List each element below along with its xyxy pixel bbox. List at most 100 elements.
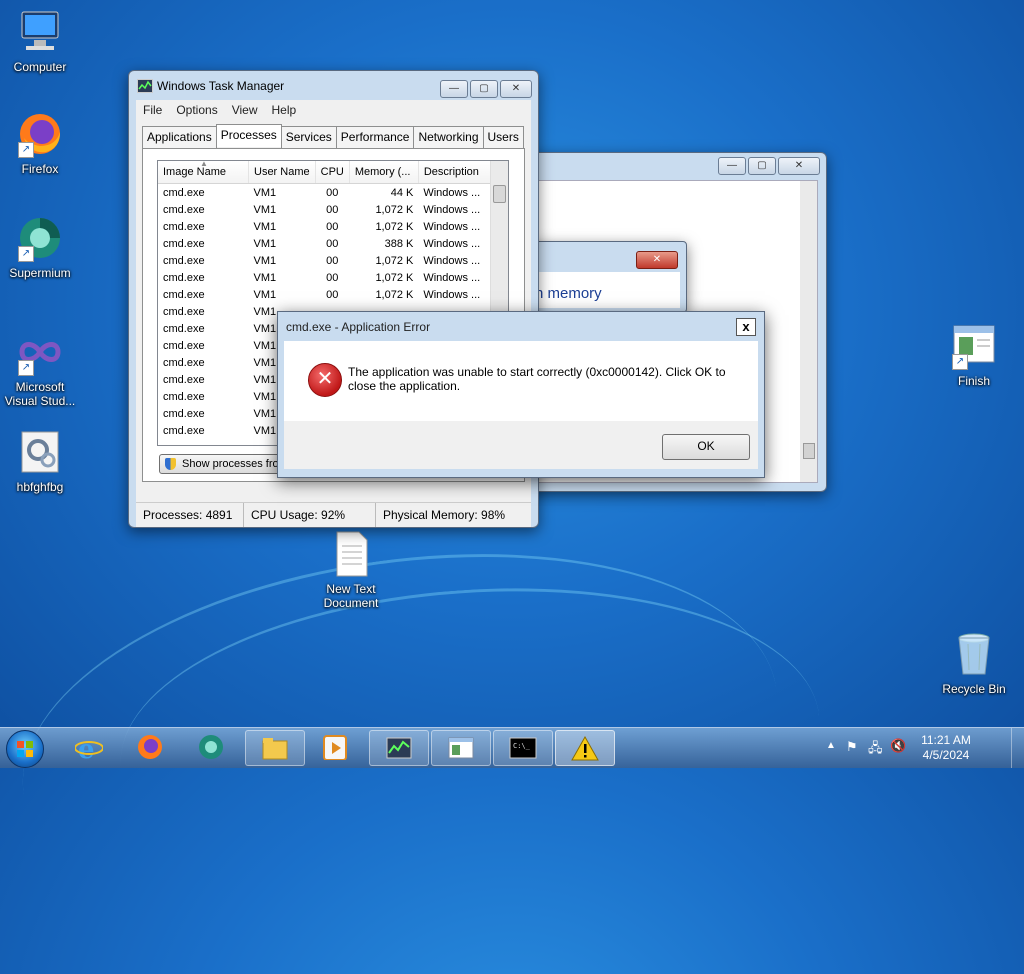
taskbar-application-error[interactable] bbox=[555, 730, 615, 766]
table-header-row: ▲ Image Name User Name CPU Memory (... De… bbox=[158, 161, 492, 184]
window-controls: — ▢ ✕ bbox=[718, 157, 820, 175]
scrollbar-thumb[interactable] bbox=[493, 185, 506, 203]
shortcut-arrow-icon: ↗ bbox=[18, 246, 34, 262]
desktop-icon-label: hbfghfbg bbox=[16, 480, 64, 494]
table-row[interactable]: cmd.exe VM1 00 1,072 K Windows ... bbox=[158, 218, 491, 235]
dialog-close-button[interactable]: x bbox=[736, 318, 756, 336]
close-button[interactable]: ✕ bbox=[636, 251, 678, 269]
cell-user-name: VM1 bbox=[253, 288, 277, 301]
scrollbar-thumb[interactable] bbox=[803, 443, 815, 459]
cell-user-name: VM1 bbox=[253, 203, 277, 216]
cell-cpu: 00 bbox=[326, 237, 339, 250]
desktop-icon-supermium[interactable]: ↗ Supermium bbox=[0, 214, 80, 280]
table-row[interactable]: cmd.exe VM1 00 388 K Windows ... bbox=[158, 235, 491, 252]
desktop-icon-visual-studio[interactable]: ↗ Microsoft Visual Stud... bbox=[0, 328, 80, 408]
ok-button[interactable]: OK bbox=[662, 434, 750, 460]
menu-help[interactable]: Help bbox=[265, 100, 304, 120]
show-desktop-button[interactable] bbox=[1011, 728, 1024, 768]
taskbar-file-explorer[interactable] bbox=[245, 730, 305, 766]
status-bar: Processes: 4891 CPU Usage: 92% Physical … bbox=[136, 502, 531, 527]
tab-strip: Applications Processes Services Performa… bbox=[142, 124, 524, 149]
dialog-title: cmd.exe - Application Error bbox=[286, 320, 431, 334]
volume-muted-icon[interactable]: 🔇 bbox=[890, 738, 906, 754]
window-title: Windows Task Manager bbox=[157, 79, 285, 93]
desktop-icon-new-text-document[interactable]: New Text Document bbox=[311, 530, 391, 610]
show-hidden-icons-button[interactable]: ▲ bbox=[826, 740, 836, 751]
menu-bar: File Options View Help bbox=[136, 100, 531, 120]
computer-icon bbox=[16, 8, 64, 56]
firefox-icon: ↗ bbox=[16, 110, 64, 158]
network-icon[interactable]: 🖧 bbox=[868, 739, 883, 761]
shortcut-arrow-icon: ↗ bbox=[18, 360, 34, 376]
cell-image-name: cmd.exe bbox=[163, 237, 205, 250]
tab-processes[interactable]: Processes bbox=[215, 124, 282, 147]
taskbar-task-manager[interactable] bbox=[369, 730, 429, 766]
cell-user-name: VM1 bbox=[253, 220, 277, 233]
sort-arrow-icon: ▲ bbox=[200, 160, 208, 168]
desktop-icon-hbfghfbg[interactable]: hbfghfbg bbox=[0, 428, 80, 494]
tab-applications[interactable]: Applications bbox=[142, 126, 217, 149]
application-error-dialog[interactable]: cmd.exe - Application Error x ✕ The appl… bbox=[277, 311, 765, 478]
table-row[interactable]: cmd.exe VM1 00 1,072 K Windows ... bbox=[158, 286, 491, 303]
table-row[interactable]: cmd.exe VM1 00 44 K Windows ... bbox=[158, 184, 491, 202]
desktop-icon-recycle-bin[interactable]: Recycle Bin bbox=[934, 630, 1014, 696]
taskbar-firefox[interactable] bbox=[121, 730, 179, 764]
minimize-button[interactable]: — bbox=[440, 80, 468, 98]
taskbar-command-prompt[interactable]: C:\_ bbox=[493, 730, 553, 766]
start-button[interactable] bbox=[6, 730, 44, 768]
taskbar-finish-app[interactable] bbox=[431, 730, 491, 766]
minimize-button[interactable]: — bbox=[718, 157, 746, 175]
desktop-icon-finish[interactable]: ↗ Finish bbox=[934, 322, 1014, 388]
firefox-icon bbox=[138, 735, 162, 759]
cell-image-name: cmd.exe bbox=[163, 424, 205, 437]
cell-image-name: cmd.exe bbox=[163, 339, 205, 352]
dialog-footer: OK bbox=[284, 421, 758, 469]
desktop-icon-label: Microsoft Visual Stud... bbox=[4, 380, 76, 408]
error-icon: ✕ bbox=[308, 363, 342, 397]
vertical-scrollbar[interactable] bbox=[800, 181, 817, 482]
maximize-button[interactable]: ▢ bbox=[748, 157, 776, 175]
tab-services[interactable]: Services bbox=[280, 126, 337, 149]
desktop-icon-label: Recycle Bin bbox=[942, 682, 1006, 696]
desktop-icon-firefox[interactable]: ↗ Firefox bbox=[0, 110, 80, 176]
cell-description: Windows ... bbox=[423, 288, 481, 301]
table-row[interactable]: cmd.exe VM1 00 1,072 K Windows ... bbox=[158, 269, 491, 286]
supermium-icon: ↗ bbox=[16, 214, 64, 262]
title-bar[interactable]: Windows Task Manager — ▢ ✕ bbox=[129, 71, 538, 99]
tab-performance[interactable]: Performance bbox=[335, 126, 415, 149]
warning-icon bbox=[571, 735, 599, 761]
column-header-image-name[interactable]: ▲ Image Name bbox=[158, 161, 249, 184]
column-header-cpu[interactable]: CPU bbox=[315, 161, 350, 184]
close-button[interactable]: ✕ bbox=[500, 80, 532, 98]
menu-options[interactable]: Options bbox=[169, 100, 224, 120]
taskbar-supermium[interactable] bbox=[182, 730, 240, 764]
column-header-memory[interactable]: Memory (... bbox=[349, 161, 419, 184]
column-header-user-name[interactable]: User Name bbox=[248, 161, 316, 184]
menu-file[interactable]: File bbox=[136, 100, 169, 120]
shortcut-arrow-icon: ↗ bbox=[18, 142, 34, 158]
cell-user-name: VM1 bbox=[253, 254, 277, 267]
cell-memory: 1,072 K bbox=[375, 220, 414, 233]
tab-users[interactable]: Users bbox=[482, 126, 524, 149]
cell-memory: 388 K bbox=[384, 237, 414, 250]
finish-window-icon bbox=[448, 737, 474, 759]
column-header-description[interactable]: Description bbox=[418, 161, 492, 184]
clock[interactable]: 11:21 AM 4/5/2024 bbox=[916, 733, 976, 763]
taskbar-media-player[interactable] bbox=[306, 730, 364, 764]
cell-cpu: 00 bbox=[326, 186, 339, 199]
close-button[interactable]: ✕ bbox=[778, 157, 820, 175]
taskbar-internet-explorer[interactable]: e bbox=[60, 730, 118, 764]
desktop-icon-computer[interactable]: Computer bbox=[0, 8, 80, 74]
cell-cpu: 00 bbox=[326, 288, 339, 301]
tab-networking[interactable]: Networking bbox=[413, 126, 484, 149]
status-physical-memory: Physical Memory: 98% bbox=[383, 508, 506, 522]
action-center-flag-icon[interactable]: ⚑ bbox=[846, 739, 858, 755]
menu-view[interactable]: View bbox=[225, 100, 265, 120]
show-processes-all-users-button[interactable]: Show processes fro bbox=[159, 454, 289, 474]
table-row[interactable]: cmd.exe VM1 00 1,072 K Windows ... bbox=[158, 201, 491, 218]
error-message: The application was unable to start corr… bbox=[348, 365, 726, 393]
cell-description: Windows ... bbox=[423, 186, 481, 199]
maximize-button[interactable]: ▢ bbox=[470, 80, 498, 98]
table-row[interactable]: cmd.exe VM1 00 1,072 K Windows ... bbox=[158, 252, 491, 269]
text-document-icon bbox=[327, 530, 375, 578]
